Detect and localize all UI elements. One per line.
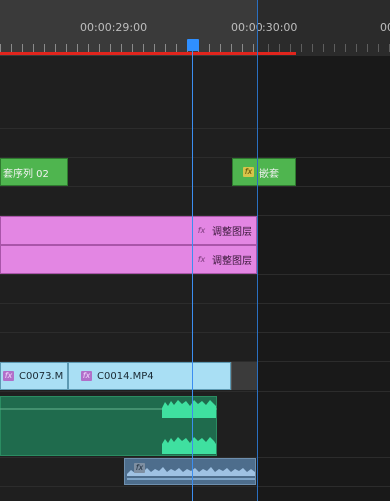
clip-label: 嵌套	[259, 168, 279, 180]
track-area-outside	[257, 56, 390, 501]
timecode-label-right: :30:00	[262, 21, 298, 34]
work-area-end-line	[257, 0, 258, 501]
adjustment-layer-clip[interactable]: fx 调整图层	[0, 245, 257, 274]
clip-label: 调整图层	[212, 256, 252, 267]
timecode-label: 00:00:29:00	[80, 21, 148, 34]
nested-clip[interactable]: fx 嵌套	[232, 158, 296, 186]
audio-waveform	[162, 400, 216, 454]
render-bar	[0, 52, 296, 55]
playhead-line[interactable]	[192, 50, 193, 501]
playhead-handle[interactable]	[187, 39, 199, 51]
clip-label: 套序列 02	[3, 168, 49, 180]
ruler-ticks-outside	[257, 44, 390, 52]
track-divider	[0, 391, 390, 392]
audio-waveform	[127, 467, 255, 480]
ruler-ticks	[0, 44, 257, 52]
empty-clip-gap	[231, 362, 258, 390]
timecode-label-cut: 00	[380, 21, 390, 34]
fx-icon: fx	[134, 463, 145, 473]
track-divider	[0, 332, 390, 333]
track-divider	[0, 186, 390, 187]
fx-icon: fx	[197, 225, 206, 235]
track-divider	[0, 128, 390, 129]
track-divider	[0, 486, 390, 487]
adjustment-layer-clip[interactable]: fx 调整图层	[0, 216, 257, 245]
clip-label: C0014.MP4	[97, 370, 154, 382]
track-divider	[0, 303, 390, 304]
video-clip[interactable]: fx C0073.M	[0, 362, 68, 390]
nested-sequence-clip[interactable]: 套序列 02	[0, 158, 68, 186]
video-clip[interactable]: fx C0014.MP4	[68, 362, 231, 390]
fx-icon: fx	[3, 371, 14, 381]
fx-icon: fx	[81, 371, 92, 381]
clip-label: C0073.M	[19, 370, 64, 382]
fx-icon: fx	[243, 167, 254, 177]
track-divider	[0, 274, 390, 275]
fx-icon: fx	[197, 254, 206, 264]
clip-label: 调整图层	[212, 227, 252, 238]
